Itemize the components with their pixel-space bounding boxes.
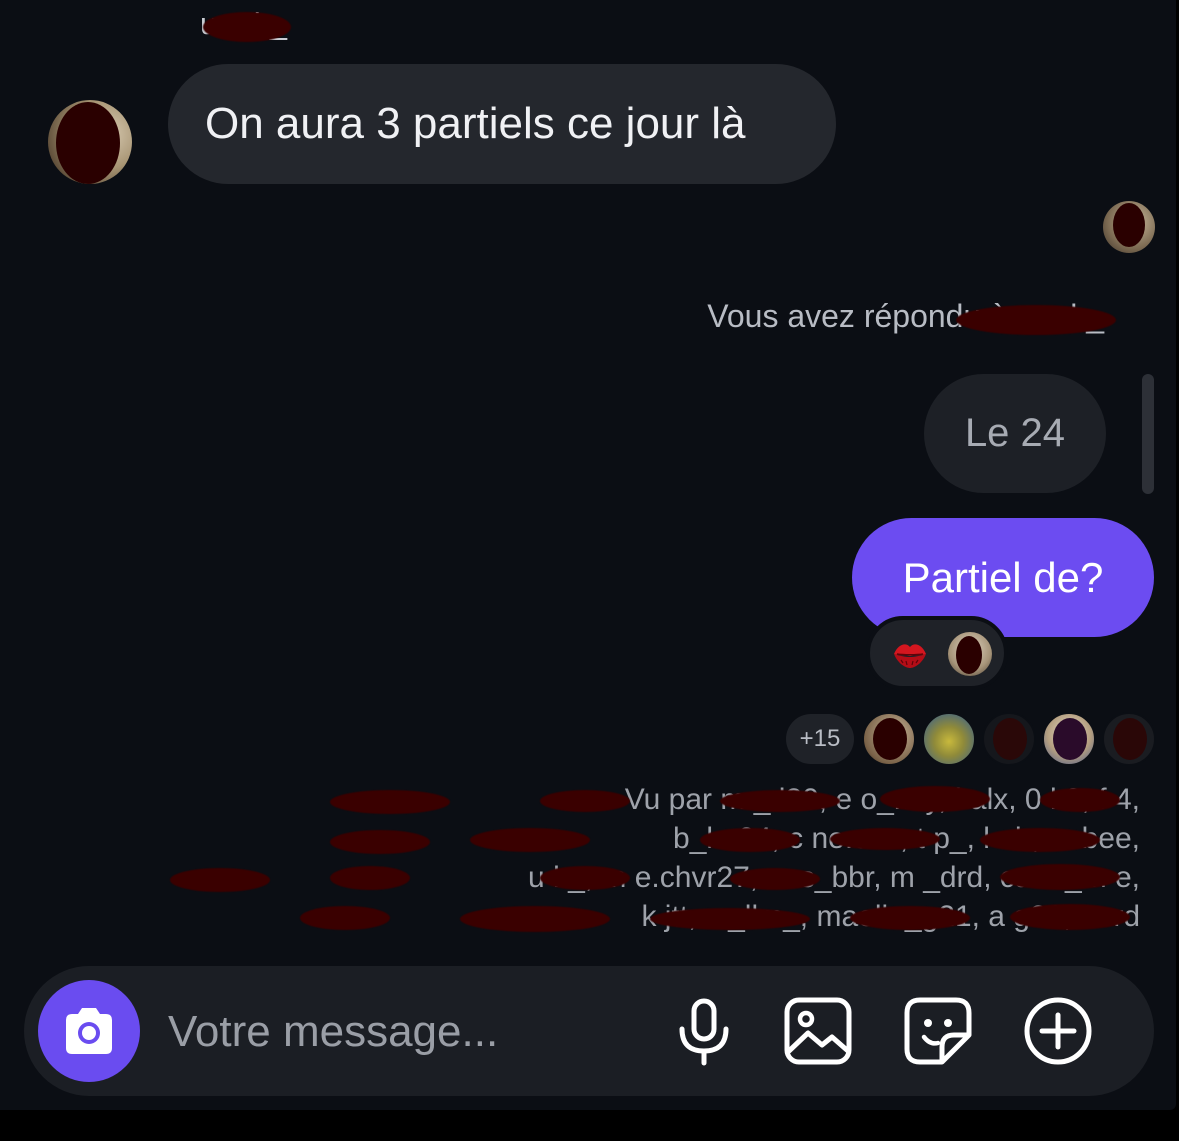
redaction xyxy=(330,830,430,854)
redaction xyxy=(460,906,610,932)
redaction xyxy=(1040,788,1120,812)
reaction-pill[interactable] xyxy=(866,616,1008,690)
seen-avatar xyxy=(1042,712,1096,766)
image-icon xyxy=(784,997,852,1065)
seen-avatar xyxy=(862,712,916,766)
redaction xyxy=(330,790,450,814)
kiss-mark-icon xyxy=(894,644,926,668)
redaction xyxy=(980,828,1100,852)
sender-avatar[interactable] xyxy=(48,100,132,184)
camera-icon xyxy=(66,1008,112,1054)
redaction xyxy=(650,908,810,930)
microphone-icon xyxy=(679,998,729,1066)
redaction xyxy=(956,305,1116,335)
scrollbar[interactable] xyxy=(1142,374,1154,494)
redaction xyxy=(730,868,820,890)
chat-screen: u u.k_ On aura 3 partiels ce jour là Vou… xyxy=(0,0,1176,1110)
redaction xyxy=(1000,864,1120,890)
reaction-avatar xyxy=(948,632,992,676)
redaction xyxy=(203,12,291,42)
message-input[interactable] xyxy=(166,966,640,1098)
seen-avatar xyxy=(922,712,976,766)
reply-avatar xyxy=(1103,201,1155,253)
camera-button[interactable] xyxy=(38,980,140,1082)
gallery-button[interactable] xyxy=(782,995,854,1067)
sticker-icon xyxy=(904,997,972,1065)
redaction xyxy=(300,906,390,930)
redaction xyxy=(540,866,630,890)
redaction xyxy=(330,866,410,890)
plus-circle-icon xyxy=(1024,997,1092,1065)
microphone-button[interactable] xyxy=(668,995,740,1067)
seen-avatar xyxy=(1102,712,1156,766)
quoted-message-bubble[interactable]: Le 24 xyxy=(924,374,1106,493)
seen-avatar xyxy=(982,712,1036,766)
redaction xyxy=(720,790,840,812)
redaction xyxy=(880,786,990,812)
redaction xyxy=(700,828,800,852)
message-composer xyxy=(24,966,1154,1098)
redaction xyxy=(540,790,630,812)
more-button[interactable] xyxy=(1022,995,1094,1067)
redaction xyxy=(1010,904,1130,930)
redaction xyxy=(850,906,970,930)
seen-extra-count[interactable]: +15 xyxy=(786,714,854,764)
sticker-button[interactable] xyxy=(902,995,974,1067)
incoming-message-bubble[interactable]: On aura 3 partiels ce jour là xyxy=(168,64,836,184)
redaction xyxy=(830,828,940,850)
seen-by-list: Vu par m _ l20, e o_mly, i alx, 0 k0, f … xyxy=(528,783,1140,933)
redaction xyxy=(470,828,590,852)
redaction xyxy=(170,868,270,892)
